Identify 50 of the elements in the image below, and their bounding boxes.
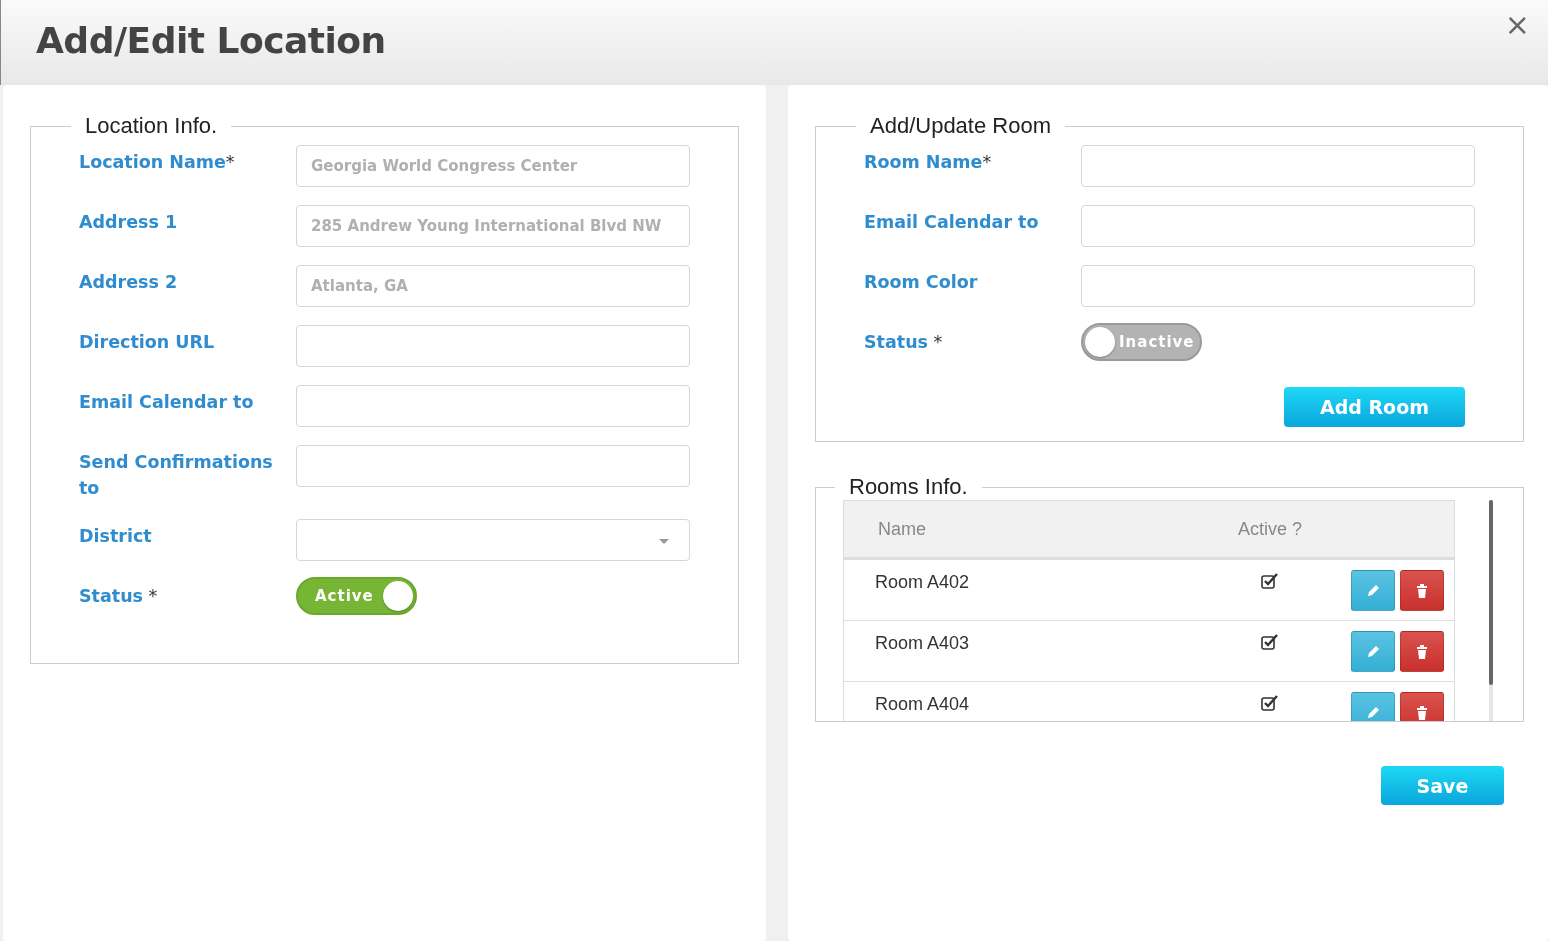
section-title: Rooms Info.	[848, 475, 969, 500]
status-toggle[interactable]: Inactive	[1081, 323, 1202, 361]
pencil-icon	[1365, 704, 1381, 721]
field-label: Address 2	[79, 271, 179, 294]
delete-button[interactable]	[1400, 631, 1444, 672]
field-label: Room Name*	[864, 151, 993, 174]
trash-icon	[1416, 583, 1428, 598]
pencil-icon	[1365, 643, 1381, 660]
dropdown-field[interactable]	[296, 519, 690, 561]
delete-button[interactable]	[1400, 692, 1444, 721]
field-label: Email Calendar to	[864, 211, 1040, 234]
text-field[interactable]	[296, 385, 690, 427]
scrollbar[interactable]	[1489, 500, 1493, 721]
trash-icon	[1416, 705, 1428, 720]
text-field[interactable]	[1081, 145, 1475, 187]
field-label: Status *	[864, 331, 944, 354]
close-button[interactable]: ×	[1500, 10, 1534, 40]
status-toggle[interactable]: Active	[296, 577, 417, 615]
edit-button[interactable]	[1351, 631, 1395, 672]
field-label: Direction URL	[79, 331, 216, 354]
trash-icon	[1416, 644, 1428, 659]
column-header: Name	[877, 518, 927, 540]
text-field[interactable]	[1081, 205, 1475, 247]
column-header: Active ?	[1237, 518, 1303, 540]
section-title: Add/Update Room	[869, 113, 1052, 139]
text-field[interactable]: Atlanta, GA	[296, 265, 690, 307]
table-cell-text: Room A403	[874, 632, 971, 654]
field-label: Address 1	[79, 211, 179, 234]
caret-icon	[659, 539, 669, 544]
field-label: Send Confirmations to	[79, 451, 274, 500]
section-title: Location Info.	[84, 113, 219, 139]
edit-button[interactable]	[1351, 692, 1395, 721]
edit-button[interactable]	[1351, 570, 1395, 611]
text-field[interactable]: 285 Andrew Young International Blvd NW	[296, 205, 690, 247]
pencil-icon	[1365, 582, 1381, 599]
field-label: District	[79, 525, 153, 548]
table-cell-text: Room A404	[874, 693, 971, 715]
field-label: Status *	[79, 585, 159, 608]
text-field[interactable]: Georgia World Congress Center	[296, 145, 690, 187]
text-field[interactable]	[296, 325, 690, 367]
text-field[interactable]	[296, 445, 690, 487]
text-field[interactable]	[1081, 265, 1475, 307]
save-button[interactable]: Save	[1381, 766, 1504, 805]
field-label: Email Calendar to	[79, 391, 255, 414]
table-cell-text: Room A402	[874, 571, 971, 593]
field-label: Location Name*	[79, 151, 236, 174]
delete-button[interactable]	[1400, 570, 1444, 611]
field-label: Room Color	[864, 271, 979, 294]
dialog-title: Add/Edit Location	[36, 20, 386, 61]
add-room-button[interactable]: Add Room	[1284, 387, 1465, 427]
